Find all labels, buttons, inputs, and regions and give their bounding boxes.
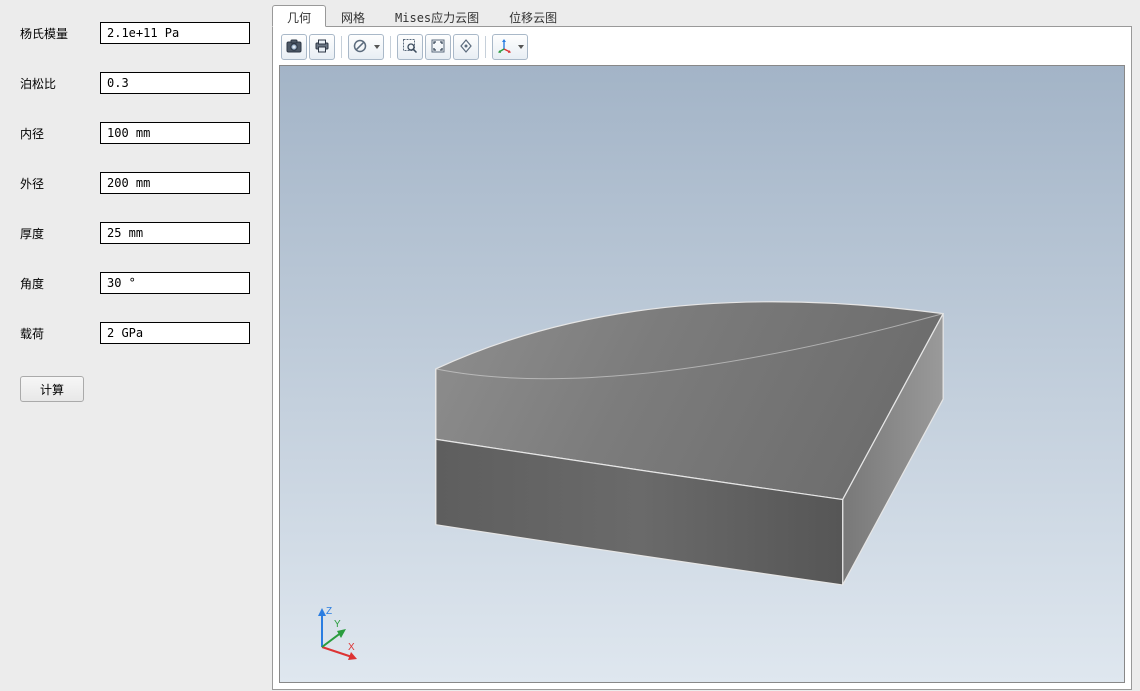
zoom-area-button[interactable] (397, 34, 423, 60)
input-poisson[interactable] (100, 72, 250, 94)
tab-geometry-label: 几何 (287, 11, 311, 25)
label-angle: 角度 (20, 275, 100, 292)
label-outer-diameter: 外径 (20, 175, 100, 192)
zoom-area-icon (402, 38, 418, 57)
input-thickness[interactable] (100, 222, 250, 244)
disable-icon (353, 39, 367, 56)
tab-geometry[interactable]: 几何 (272, 5, 326, 27)
viewer-panel: 几何 网格 Mises应力云图 位移云图 (270, 0, 1140, 691)
row-inner-diameter: 内径 (20, 122, 250, 144)
label-thickness: 厚度 (20, 225, 100, 242)
toggle-visibility-button[interactable] (348, 34, 384, 60)
row-thickness: 厚度 (20, 222, 250, 244)
toolbar-separator (341, 36, 342, 58)
parameter-panel: 杨氏模量 泊松比 内径 外径 厚度 角度 载荷 计算 (0, 0, 270, 691)
fit-icon (430, 38, 446, 57)
toolbar-separator (485, 36, 486, 58)
row-angle: 角度 (20, 272, 250, 294)
label-youngs-modulus: 杨氏模量 (20, 25, 100, 42)
input-load[interactable] (100, 322, 250, 344)
print-icon (314, 39, 330, 56)
label-load: 载荷 (20, 325, 100, 342)
calculate-button[interactable]: 计算 (20, 376, 84, 402)
snapshot-button[interactable] (281, 34, 307, 60)
chevron-down-icon (374, 45, 380, 49)
input-outer-diameter[interactable] (100, 172, 250, 194)
camera-icon (286, 39, 302, 56)
row-youngs-modulus: 杨氏模量 (20, 22, 250, 44)
row-load: 载荷 (20, 322, 250, 344)
input-inner-diameter[interactable] (100, 122, 250, 144)
viewer-container: Z X Y (272, 26, 1132, 690)
viewer-toolbar (279, 33, 1125, 61)
fit-view-button[interactable] (425, 34, 451, 60)
geometry-render (280, 66, 1124, 682)
axis-z-label: Z (326, 606, 332, 617)
axis-x-label: X (348, 642, 355, 653)
tab-mises[interactable]: Mises应力云图 (380, 5, 494, 27)
label-inner-diameter: 内径 (20, 125, 100, 142)
tab-bar: 几何 网格 Mises应力云图 位移云图 (272, 4, 1132, 26)
tab-mises-label: Mises应力云图 (395, 11, 479, 25)
tab-displacement[interactable]: 位移云图 (494, 5, 572, 27)
tab-displacement-label: 位移云图 (509, 11, 557, 25)
input-youngs-modulus[interactable] (100, 22, 250, 44)
tab-mesh-label: 网格 (341, 11, 365, 25)
print-button[interactable] (309, 34, 335, 60)
chevron-down-icon (518, 45, 524, 49)
row-outer-diameter: 外径 (20, 172, 250, 194)
rotate-icon (458, 38, 474, 57)
row-poisson: 泊松比 (20, 72, 250, 94)
viewport-3d[interactable]: Z X Y (279, 65, 1125, 683)
tab-mesh[interactable]: 网格 (326, 5, 380, 27)
axes-icon (497, 38, 513, 57)
label-poisson: 泊松比 (20, 75, 100, 92)
toolbar-separator (390, 36, 391, 58)
orientation-button[interactable] (492, 34, 528, 60)
rotate-view-button[interactable] (453, 34, 479, 60)
coordinate-triad: Z X Y (304, 602, 364, 662)
axis-y-label: Y (334, 619, 341, 630)
input-angle[interactable] (100, 272, 250, 294)
